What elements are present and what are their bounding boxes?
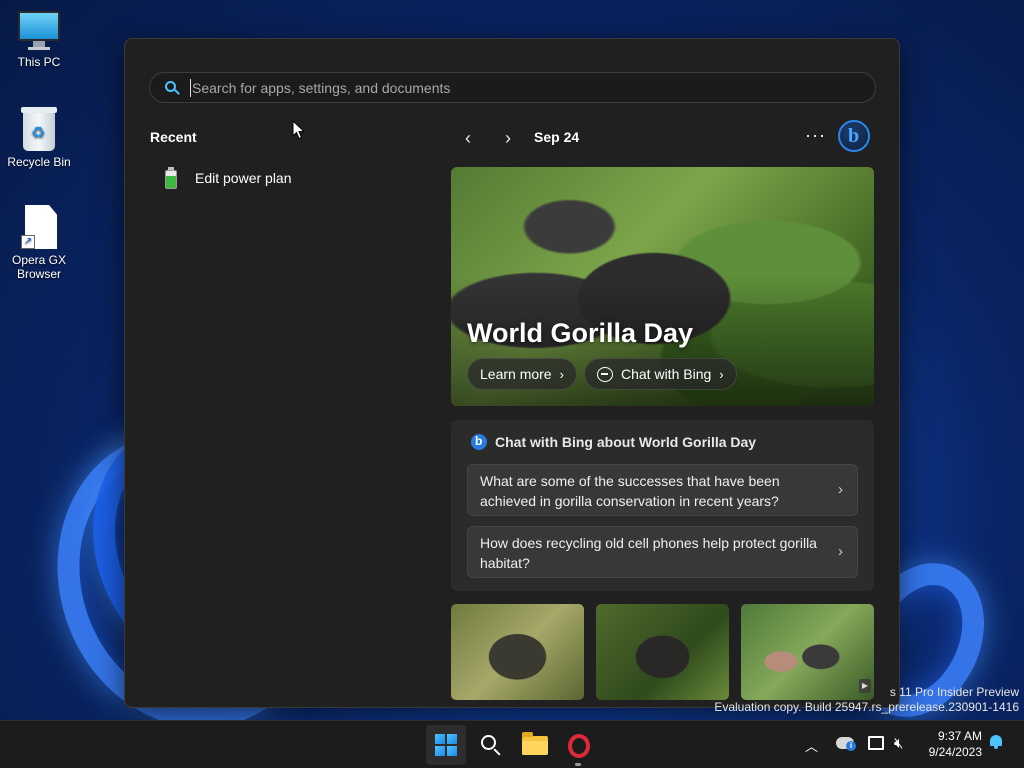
bing-icon: b — [471, 434, 487, 450]
build-watermark-line1: s 11 Pro Insider Preview — [889, 685, 1019, 699]
search-icon — [164, 80, 180, 96]
chat-card-title: Chat with Bing about World Gorilla Day — [495, 434, 757, 450]
computer-icon — [18, 11, 60, 51]
folder-icon — [522, 732, 548, 755]
chat-with-bing-label: Chat with Bing — [621, 366, 712, 382]
show-hidden-icons-button[interactable]: ︿ — [805, 736, 818, 755]
opera-gx-button[interactable] — [558, 725, 598, 766]
chevron-right-icon: › — [838, 481, 843, 498]
image-thumbnail[interactable] — [741, 604, 874, 700]
previous-day-button[interactable]: ‹ — [458, 129, 478, 149]
taskbar-clock[interactable]: 9:37 AM 9/24/2023 — [920, 728, 982, 760]
image-thumbnail[interactable] — [451, 604, 584, 700]
start-search-box[interactable] — [149, 72, 876, 103]
hero-title: World Gorilla Day — [467, 318, 694, 348]
build-watermark-line2: Evaluation copy. Build 25947.rs_prerelea… — [714, 700, 1019, 714]
start-menu: Recent Edit power plan ‹ › Sep 24 ··· b … — [124, 38, 900, 708]
file-explorer-button[interactable] — [514, 725, 554, 765]
network-icon[interactable] — [868, 736, 884, 750]
chevron-right-icon: › — [838, 543, 843, 560]
shortcut-file-icon: ↗ — [21, 205, 57, 249]
chat-question-text: What are some of the successes that have… — [480, 473, 780, 509]
chat-card-header: b Chat with Bing about World Gorilla Day — [471, 434, 756, 450]
start-button[interactable] — [426, 725, 466, 765]
chevron-right-icon: › — [719, 366, 724, 382]
scroll-right-icon[interactable]: ▶ — [859, 679, 871, 693]
desktop-icon-recycle-bin[interactable]: ♻ Recycle Bin — [4, 107, 74, 169]
chevron-right-icon: › — [559, 366, 564, 382]
learn-more-label: Learn more — [480, 366, 552, 382]
windows-logo-icon — [435, 734, 457, 756]
chat-question[interactable]: How does recycling old cell phones help … — [467, 526, 858, 578]
feed-date: Sep 24 — [534, 129, 580, 145]
bing-icon[interactable]: b — [838, 120, 870, 152]
onedrive-icon[interactable] — [836, 737, 856, 751]
recent-item-label: Edit power plan — [195, 170, 292, 186]
chat-with-bing-button[interactable]: Chat with Bing › — [584, 358, 737, 390]
volume-muted-icon[interactable]: 🔇︎ — [894, 735, 903, 752]
recycle-bin-icon: ♻ — [21, 107, 57, 151]
desktop-icon-this-pc[interactable]: This PC — [4, 11, 74, 69]
search-input[interactable] — [190, 78, 875, 97]
chat-question-text: How does recycling old cell phones help … — [480, 535, 817, 571]
image-thumbnail[interactable] — [596, 604, 729, 700]
learn-more-button[interactable]: Learn more › — [467, 358, 577, 390]
chat-bubble-icon — [597, 366, 613, 382]
desktop-icon-label: Opera GX Browser — [11, 253, 67, 281]
desktop-icon-label: Recycle Bin — [7, 155, 71, 169]
clock-date: 9/24/2023 — [928, 745, 982, 759]
desktop-icon-label: This PC — [17, 55, 61, 69]
recent-heading: Recent — [150, 129, 197, 145]
hero-card[interactable]: World Gorilla Day Learn more › Chat with… — [451, 167, 874, 406]
taskbar-search-button[interactable] — [470, 725, 510, 765]
chat-question[interactable]: What are some of the successes that have… — [467, 464, 858, 516]
battery-icon — [161, 166, 181, 190]
desktop-icon-opera-gx[interactable]: ↗ Opera GX Browser — [4, 205, 74, 281]
bing-chat-card: b Chat with Bing about World Gorilla Day… — [451, 420, 874, 591]
more-options-button[interactable]: ··· — [805, 125, 826, 146]
clock-time: 9:37 AM — [937, 729, 982, 743]
notification-bell-icon[interactable] — [989, 735, 1003, 749]
next-day-button[interactable]: › — [498, 129, 518, 149]
opera-icon — [568, 734, 590, 758]
recent-item-edit-power-plan[interactable]: Edit power plan — [161, 166, 292, 190]
running-indicator — [575, 763, 581, 766]
